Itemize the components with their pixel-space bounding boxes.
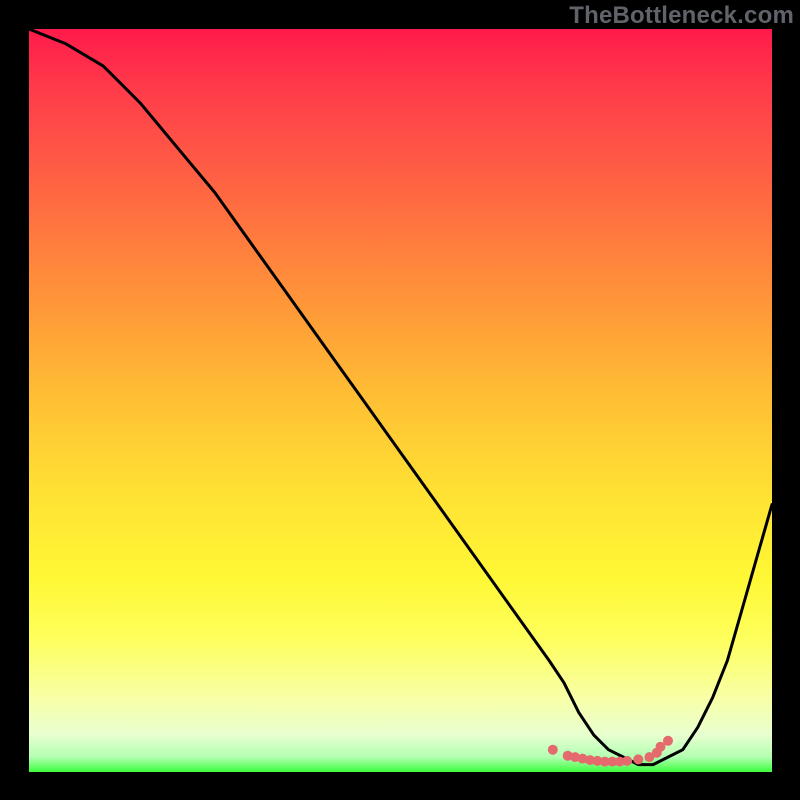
chart-plot-area <box>29 29 772 772</box>
watermark-text: TheBottleneck.com <box>569 2 794 30</box>
chart-frame: TheBottleneck.com <box>0 0 800 800</box>
